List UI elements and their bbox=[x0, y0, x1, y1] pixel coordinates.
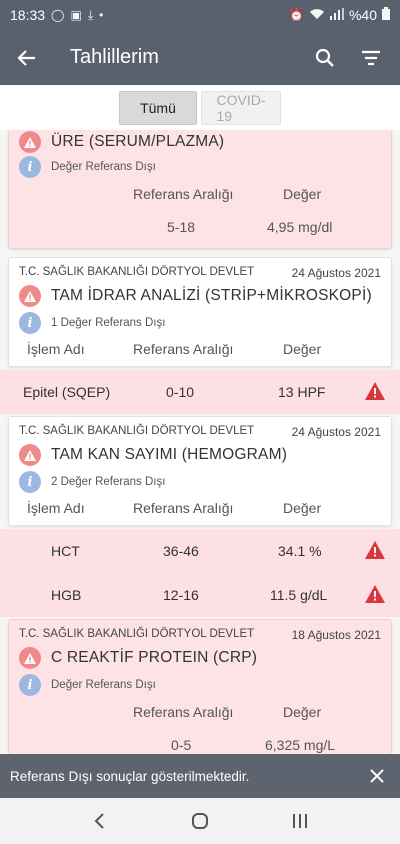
warning-icon bbox=[19, 444, 41, 466]
result-name: HCT bbox=[51, 543, 80, 559]
back-arrow-icon bbox=[17, 49, 35, 66]
download-icon: ⤓ bbox=[87, 7, 94, 22]
search-icon bbox=[315, 48, 334, 67]
info-icon: i bbox=[19, 471, 41, 493]
result-row[interactable]: HGB 12-16 11.5 g/dL bbox=[0, 573, 400, 617]
hospital-name: T.C. SAĞLIK BAKANLIĞI DÖRTYOL DEVLET bbox=[19, 628, 255, 640]
warning-icon bbox=[19, 285, 41, 307]
app-bar: Tahlillerim bbox=[0, 30, 400, 85]
info-icon: i bbox=[19, 312, 41, 334]
test-date: 18 Ağustos 2021 bbox=[291, 628, 381, 642]
snackbar-message: Referans Dışı sonuçlar gösterilmektedir. bbox=[10, 768, 250, 784]
test-card[interactable]: T.C. SAĞLIK BAKANLIĞI DÖRTYOL DEVLET 18 … bbox=[8, 619, 392, 754]
tab-all[interactable]: Tümü bbox=[119, 91, 197, 125]
info-text: Değer Referans Dışı bbox=[51, 161, 156, 173]
result-value: 34.1 % bbox=[278, 543, 322, 559]
info-text: 1 Değer Referans Dışı bbox=[51, 317, 166, 329]
image-icon: ▣ bbox=[70, 8, 82, 22]
result-value: 6,325 mg/L bbox=[265, 737, 336, 753]
alert-triangle-icon bbox=[364, 540, 386, 563]
column-header-value: Değer bbox=[283, 341, 322, 357]
nav-home-icon bbox=[192, 813, 208, 829]
result-row[interactable]: HCT 36-46 34.1 % bbox=[0, 529, 400, 573]
column-header-name: İşlem Adı bbox=[27, 500, 85, 516]
column-header-range: Referans Aralığı bbox=[133, 186, 234, 202]
result-value: 11.5 g/dL bbox=[270, 587, 328, 603]
alarm-icon: ⏰ bbox=[289, 8, 304, 22]
result-range: 36-46 bbox=[163, 543, 199, 559]
result-range: 0-5 bbox=[171, 737, 192, 753]
warning-icon bbox=[19, 647, 41, 669]
test-date: 24 Ağustos 2021 bbox=[291, 266, 381, 280]
column-header-name: İşlem Adı bbox=[27, 341, 85, 357]
filter-button[interactable] bbox=[348, 30, 394, 85]
info-icon: i bbox=[19, 674, 41, 696]
test-name: ÜRE (SERUM/PLAZMA) bbox=[51, 133, 225, 150]
result-name: Epitel (SQEP) bbox=[23, 384, 111, 400]
whatsapp-icon: ◯ bbox=[51, 8, 65, 22]
result-range: 0-10 bbox=[166, 384, 195, 400]
tabs-bar: Tümü COVID-19 bbox=[0, 85, 400, 130]
result-row[interactable]: Epitel (SQEP) 0-10 13 HPF bbox=[0, 370, 400, 414]
close-icon bbox=[370, 769, 384, 783]
nav-home-button[interactable] bbox=[180, 801, 220, 841]
nav-recents-icon bbox=[293, 814, 307, 828]
test-card[interactable]: T.C. SAĞLIK BAKANLIĞI DÖRTYOL DEVLET 24 … bbox=[8, 416, 392, 526]
battery-icon bbox=[382, 7, 390, 23]
nav-recents-button[interactable] bbox=[280, 801, 320, 841]
warning-icon bbox=[19, 131, 41, 153]
signal-icon bbox=[329, 7, 344, 23]
info-text: 2 Değer Referans Dışı bbox=[51, 476, 166, 488]
status-time: 18:33 bbox=[10, 7, 46, 23]
column-header-range: Referans Aralığı bbox=[133, 500, 234, 516]
dot-icon: • bbox=[99, 8, 104, 22]
test-date: 24 Ağustos 2021 bbox=[291, 425, 381, 439]
status-bar: 18:33 ◯ ▣ ⤓ • ⏰ %40 bbox=[0, 0, 400, 30]
column-header-range: Referans Aralığı bbox=[133, 704, 234, 720]
test-card[interactable]: ÜRE (SERUM/PLAZMA) i Değer Referans Dışı… bbox=[8, 130, 392, 249]
back-button[interactable] bbox=[0, 30, 54, 85]
result-value: 13 HPF bbox=[278, 384, 326, 400]
search-button[interactable] bbox=[302, 30, 348, 85]
test-card[interactable]: T.C. SAĞLIK BAKANLIĞI DÖRTYOL DEVLET 24 … bbox=[8, 257, 392, 367]
column-header-range: Referans Aralığı bbox=[133, 341, 234, 357]
test-name: C REAKTİF PROTEIN (CRP) bbox=[51, 649, 258, 666]
result-value: 4,95 mg/dl bbox=[267, 219, 333, 235]
alert-triangle-icon bbox=[364, 381, 386, 404]
result-name: HGB bbox=[51, 587, 82, 603]
test-name: TAM KAN SAYIMI (HEMOGRAM) bbox=[51, 446, 288, 463]
tab-covid19[interactable]: COVID-19 bbox=[201, 91, 281, 125]
test-name: TAM İDRAR ANALİZİ (STRİP+MİKROSKOPİ) bbox=[51, 287, 372, 304]
nav-back-button[interactable] bbox=[80, 801, 120, 841]
results-list[interactable]: ÜRE (SERUM/PLAZMA) i Değer Referans Dışı… bbox=[0, 130, 400, 754]
battery-percent: %40 bbox=[348, 7, 377, 23]
info-text: Değer Referans Dışı bbox=[51, 679, 156, 691]
hospital-name: T.C. SAĞLIK BAKANLIĞI DÖRTYOL DEVLET bbox=[19, 425, 255, 437]
snackbar: Referans Dışı sonuçlar gösterilmektedir. bbox=[0, 754, 400, 798]
hospital-name: T.C. SAĞLIK BAKANLIĞI DÖRTYOL DEVLET bbox=[19, 266, 255, 278]
alert-triangle-icon bbox=[364, 584, 386, 607]
result-range: 12-16 bbox=[163, 587, 199, 603]
result-range: 5-18 bbox=[167, 219, 196, 235]
column-header-value: Değer bbox=[283, 500, 322, 516]
system-nav-bar bbox=[0, 798, 400, 844]
column-header-value: Değer bbox=[283, 186, 322, 202]
page-title: Tahlillerim bbox=[70, 46, 159, 68]
filter-icon bbox=[362, 50, 380, 65]
column-header-value: Değer bbox=[283, 704, 322, 720]
wifi-icon bbox=[309, 8, 325, 23]
nav-back-icon bbox=[94, 813, 104, 829]
snackbar-close-button[interactable] bbox=[366, 765, 388, 787]
info-icon: i bbox=[19, 156, 41, 178]
